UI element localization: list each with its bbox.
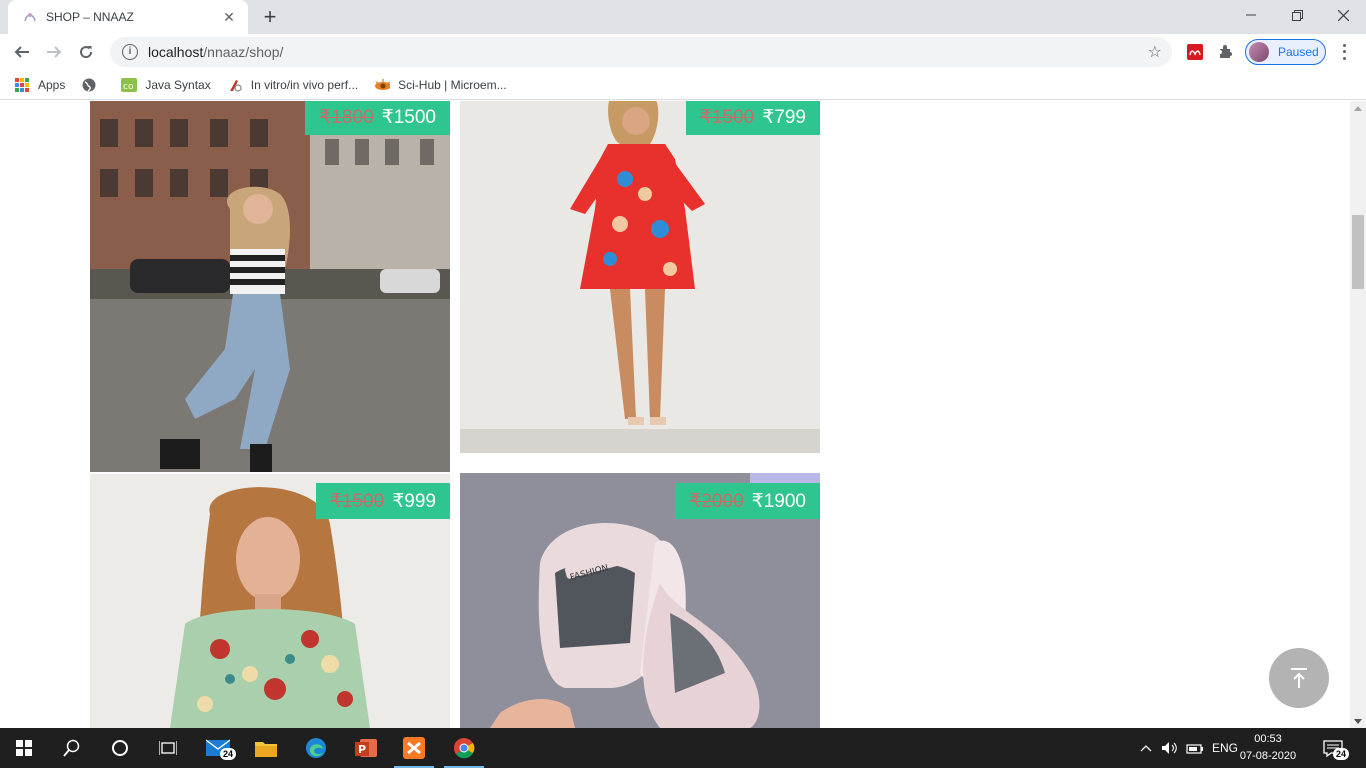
sci-hub-favicon-icon <box>374 77 391 93</box>
bookmark-label: Apps <box>38 77 66 92</box>
product-image-red-dress <box>460 101 820 453</box>
xampp-icon[interactable] <box>390 728 438 768</box>
old-price: ₹1800 <box>319 106 374 128</box>
scrollbar-thumb[interactable] <box>1352 215 1364 289</box>
site-info-icon[interactable]: i <box>122 44 138 60</box>
tab-close-icon[interactable]: ✕ <box>220 9 238 26</box>
page-content: ₹1800 ₹1500 ₹1500 ₹799 ₹1500 ₹999 FASHIO… <box>0 101 1350 728</box>
bookmark-sci-hub[interactable]: Sci-Hub | Microem... <box>374 77 507 93</box>
action-center-icon[interactable]: 24 <box>1323 728 1350 768</box>
tab-strip: SHOP – NNAAZ ✕ + <box>0 0 1366 34</box>
browser-tab[interactable]: SHOP – NNAAZ ✕ <box>8 0 248 34</box>
volume-icon[interactable] <box>1161 728 1179 768</box>
extensions-puzzle-icon[interactable] <box>1215 41 1237 63</box>
forward-arrow-icon <box>47 46 62 58</box>
old-price: ₹2000 <box>689 490 744 512</box>
mendeley-extension-icon[interactable] <box>1184 41 1206 63</box>
java-syntax-favicon-icon: co <box>121 77 138 93</box>
bookmarks-bar: Apps co Java Syntax In vitro/in vivo per… <box>0 70 1366 100</box>
mail-app-icon[interactable]: 24 <box>194 728 242 768</box>
new-tab-button[interactable]: + <box>258 5 282 29</box>
powerpoint-icon[interactable]: P <box>342 728 390 768</box>
sale-price: ₹1500 <box>381 106 436 128</box>
back-button[interactable] <box>8 38 36 66</box>
tab-title: SHOP – NNAAZ <box>46 10 134 24</box>
edge-browser-icon[interactable] <box>292 728 340 768</box>
show-hidden-icons-icon[interactable] <box>1140 728 1152 768</box>
sale-price: ₹1900 <box>751 490 806 512</box>
chrome-icon[interactable] <box>440 728 488 768</box>
battery-icon[interactable] <box>1186 728 1204 768</box>
price-tag: ₹1500 ₹799 <box>685 101 820 135</box>
product-card[interactable]: FASHION ₹2000 ₹1900 <box>460 473 820 728</box>
arrow-up-to-line-icon <box>1291 668 1307 688</box>
bookmark-apps[interactable]: Apps <box>14 77 65 93</box>
search-icon[interactable] <box>48 728 96 768</box>
back-arrow-icon <box>14 46 29 58</box>
product-card[interactable]: ₹1500 ₹799 <box>460 101 820 453</box>
scroll-to-top-button[interactable] <box>1269 648 1329 708</box>
reload-icon <box>80 46 93 59</box>
product-card[interactable]: ₹1500 ₹999 <box>90 474 450 728</box>
cortana-icon[interactable] <box>96 728 144 768</box>
profile-button[interactable]: Paused <box>1245 39 1326 65</box>
globe-icon <box>81 77 97 93</box>
old-price: ₹1500 <box>699 106 755 128</box>
article-favicon-icon <box>227 77 243 93</box>
restore-button[interactable] <box>1274 0 1320 30</box>
url-text: localhost/nnaaz/shop/ <box>148 44 284 60</box>
notification-badge: 24 <box>1333 748 1350 760</box>
mail-badge: 24 <box>220 748 237 760</box>
windows-start-button[interactable] <box>0 728 48 768</box>
vertical-scrollbar[interactable] <box>1350 101 1366 728</box>
bookmark-label: Sci-Hub | Microem... <box>398 77 507 92</box>
reload-button[interactable] <box>72 38 100 66</box>
clock-date: 07-08-2020 <box>1239 750 1297 762</box>
sale-price: ₹999 <box>392 490 436 512</box>
bookmark-label: Java Syntax <box>145 77 211 92</box>
close-window-button[interactable] <box>1320 0 1366 30</box>
svg-text:P: P <box>358 743 366 756</box>
forward-button[interactable] <box>40 38 68 66</box>
system-clock[interactable]: 00:53 07-08-2020 <box>1238 731 1298 765</box>
clock-time: 00:53 <box>1254 733 1282 745</box>
bookmark-star-icon[interactable]: ☆ <box>1148 42 1162 62</box>
file-explorer-icon[interactable] <box>242 728 290 768</box>
bookmark-java-syntax[interactable]: co Java Syntax <box>121 77 211 93</box>
sale-price: ₹799 <box>762 106 806 128</box>
browser-toolbar: i localhost/nnaaz/shop/ ☆ Paused <box>0 34 1366 70</box>
input-language[interactable]: ENG <box>1212 728 1238 768</box>
product-card[interactable]: ₹1800 ₹1500 <box>90 101 450 472</box>
avatar <box>1249 42 1269 62</box>
profile-status: Paused <box>1278 45 1319 59</box>
bookmark-label: In vitro/in vivo perf... <box>250 77 359 92</box>
windows-taskbar: 24 P ENG 00:53 07-08-2020 24 <box>0 728 1366 768</box>
minimize-button[interactable] <box>1228 0 1274 30</box>
chrome-menu-icon[interactable] <box>1336 42 1352 62</box>
bookmark-in-vitro[interactable]: In vitro/in vivo perf... <box>227 77 358 93</box>
bookmark-globe[interactable] <box>81 77 105 93</box>
address-bar[interactable]: i localhost/nnaaz/shop/ ☆ <box>110 37 1172 67</box>
old-price: ₹1500 <box>329 490 385 512</box>
task-view-icon[interactable] <box>144 728 192 768</box>
scroll-down-arrow-icon[interactable] <box>1350 714 1366 728</box>
price-tag: ₹1500 ₹999 <box>315 483 450 519</box>
price-tag: ₹2000 ₹1900 <box>675 483 820 519</box>
price-tag: ₹1800 ₹1500 <box>305 101 450 135</box>
svg-text:co: co <box>123 82 134 92</box>
site-favicon-icon <box>22 9 38 25</box>
product-image-street-look <box>90 101 450 472</box>
scroll-up-arrow-icon[interactable] <box>1350 101 1366 115</box>
apps-grid-icon <box>14 77 30 93</box>
